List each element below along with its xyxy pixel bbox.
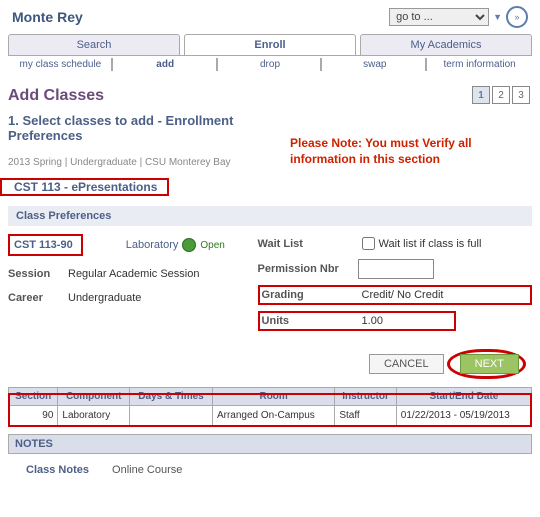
th-instructor: Instructor: [335, 388, 396, 406]
step-1[interactable]: 1: [472, 86, 490, 104]
career-value: Undergraduate: [68, 292, 141, 304]
step-3[interactable]: 3: [512, 86, 530, 104]
main-tabs: Search Enroll My Academics: [8, 34, 532, 55]
page-title: Add Classes: [8, 87, 532, 105]
class-number[interactable]: CST 113-90: [10, 236, 81, 254]
units-value: 1.00: [362, 315, 383, 327]
th-section: Section: [9, 388, 58, 406]
user-name: Monte Rey: [12, 9, 83, 25]
page-subtitle: 1. Select classes to add - Enrollment Pr…: [8, 113, 268, 143]
td-instructor: Staff: [335, 406, 396, 426]
tab-search[interactable]: Search: [8, 34, 180, 55]
career-label: Career: [8, 292, 68, 304]
notes-body: Class Notes Online Course: [8, 454, 532, 486]
course-highlight: CST 113 - ePresentations: [0, 178, 169, 196]
course-title: CST 113 - ePresentations: [10, 177, 167, 197]
tab-academics[interactable]: My Academics: [360, 34, 532, 55]
subtab-drop[interactable]: drop: [218, 56, 323, 73]
units-label: Units: [262, 315, 362, 327]
waitlist-label: Wait List: [258, 238, 358, 250]
th-days: Days & Times: [130, 388, 213, 406]
table-row[interactable]: 90 Laboratory Arranged On-Campus Staff 0…: [9, 406, 532, 426]
goto-nav: go to ... ▼ »: [389, 6, 528, 28]
status-open-icon: [182, 238, 196, 252]
td-days: [130, 406, 213, 426]
td-component: Laboratory: [58, 406, 130, 426]
units-row: Units 1.00: [258, 311, 456, 331]
class-number-highlight: CST 113-90: [8, 234, 83, 256]
th-component: Component: [58, 388, 130, 406]
goto-select[interactable]: go to ...: [389, 8, 489, 26]
notes-text: Online Course: [112, 464, 182, 476]
status-label: Open: [200, 240, 224, 251]
session-label: Session: [8, 268, 68, 280]
th-room: Room: [212, 388, 334, 406]
verify-note: Please Note: You must Verify all informa…: [290, 136, 530, 167]
subtab-term[interactable]: term information: [427, 56, 532, 73]
grading-row: Grading Credit/ No Credit: [258, 285, 532, 305]
sub-tabs: my class schedule add drop swap term inf…: [8, 55, 532, 73]
th-dates: Start/End Date: [396, 388, 531, 406]
subtab-add[interactable]: add: [113, 56, 218, 73]
subtab-swap[interactable]: swap: [322, 56, 427, 73]
notes-header: NOTES: [8, 434, 532, 454]
component-label: Laboratory: [126, 239, 179, 251]
permission-label: Permission Nbr: [258, 263, 358, 275]
session-value: Regular Academic Session: [68, 268, 199, 280]
subtab-schedule[interactable]: my class schedule: [8, 56, 113, 73]
step-indicator: 1 2 3: [472, 86, 530, 104]
notes-label: Class Notes: [26, 464, 89, 476]
next-highlight: NEXT: [447, 349, 526, 379]
grading-value: Credit/ No Credit: [362, 289, 444, 301]
component-status: Laboratory Open: [126, 238, 225, 252]
step-2[interactable]: 2: [492, 86, 510, 104]
waitlist-checkbox-label: Wait list if class is full: [379, 238, 482, 250]
goto-chevron-icon: ▼: [493, 12, 502, 22]
waitlist-checkbox[interactable]: [362, 237, 375, 250]
td-dates: 01/22/2013 - 05/19/2013: [396, 406, 531, 426]
goto-go-button[interactable]: »: [506, 6, 528, 28]
td-section: 90: [9, 406, 58, 426]
grading-label: Grading: [262, 289, 362, 301]
permission-input[interactable]: [358, 259, 434, 279]
td-room: Arranged On-Campus: [212, 406, 334, 426]
class-prefs-header: Class Preferences: [8, 206, 532, 226]
class-table: Section Component Days & Times Room Inst…: [8, 387, 532, 426]
next-button[interactable]: NEXT: [460, 354, 519, 374]
tab-enroll[interactable]: Enroll: [184, 34, 356, 55]
cancel-button[interactable]: CANCEL: [369, 354, 444, 374]
